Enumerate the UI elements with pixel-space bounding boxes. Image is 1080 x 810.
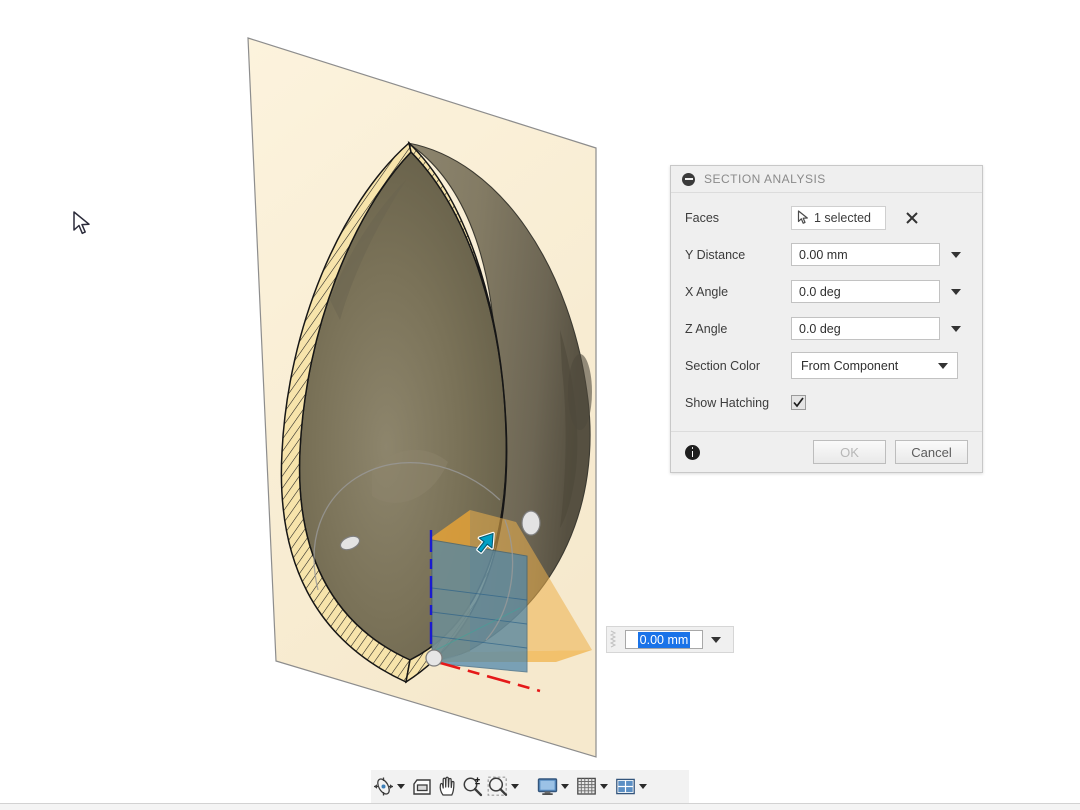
close-x-icon[interactable] (904, 210, 920, 226)
navbar-item-zoom-window[interactable] (485, 770, 524, 803)
faces-selection-button[interactable]: 1 selected (791, 206, 886, 230)
navigation-toolbar[interactable] (371, 770, 689, 803)
z-angle-input[interactable]: 0.0 deg (791, 317, 940, 340)
dialog-title-bar[interactable]: SECTION ANALYSIS (671, 166, 982, 193)
select-cursor-icon (797, 210, 810, 225)
ok-button[interactable]: OK (813, 440, 886, 464)
row-x-angle: X Angle 0.0 deg (671, 273, 982, 310)
look-at-icon[interactable] (410, 774, 435, 799)
y-distance-value: 0.00 mm (799, 248, 848, 262)
z-angle-label: Z Angle (685, 322, 791, 336)
row-show-hatching: Show Hatching (671, 384, 982, 421)
y-distance-input[interactable]: 0.00 mm (791, 243, 940, 266)
inline-distance-editor[interactable]: 0.00 mm (606, 626, 734, 653)
zoom-window-icon[interactable] (485, 774, 510, 799)
dialog-title: SECTION ANALYSIS (704, 172, 826, 186)
viewport-layout-icon[interactable] (613, 774, 638, 799)
show-hatching-label: Show Hatching (685, 396, 791, 410)
drag-grip-icon[interactable] (609, 630, 621, 649)
x-angle-input[interactable]: 0.0 deg (791, 280, 940, 303)
grid-snaps-dropdown-icon[interactable] (600, 784, 608, 789)
navbar-item-grid-snaps[interactable] (574, 770, 613, 803)
z-angle-value: 0.0 deg (799, 322, 841, 336)
row-section-color: Section Color From Component (671, 347, 982, 384)
section-color-value: From Component (801, 359, 938, 373)
checkmark-icon (792, 396, 805, 409)
dialog-footer: OK Cancel (671, 431, 982, 472)
origin-handle[interactable] (426, 650, 442, 666)
zoom-window-dropdown-icon[interactable] (511, 784, 519, 789)
inline-editor-dropdown[interactable] (711, 637, 721, 643)
row-faces: Faces 1 selected (671, 199, 982, 236)
navbar-item-look-at[interactable] (410, 770, 435, 803)
x-angle-value: 0.0 deg (799, 285, 841, 299)
dialog-body: Faces 1 selected Y Distance 0.00 mm (671, 193, 982, 431)
row-y-distance: Y Distance 0.00 mm (671, 236, 982, 273)
pan-hand-icon[interactable] (435, 774, 460, 799)
inline-editor-input[interactable]: 0.00 mm (625, 630, 703, 649)
minus-circle-icon[interactable] (682, 173, 695, 186)
viewport-layout-dropdown-icon[interactable] (639, 784, 647, 789)
y-distance-label: Y Distance (685, 248, 791, 262)
section-analysis-dialog[interactable]: SECTION ANALYSIS Faces 1 selected Y Dist… (670, 165, 983, 473)
section-color-select[interactable]: From Component (791, 352, 958, 379)
x-angle-dropdown-icon[interactable] (951, 289, 961, 295)
navbar-item-display-settings[interactable] (535, 770, 574, 803)
faces-selection-value: 1 selected (814, 211, 871, 225)
faces-label: Faces (685, 211, 791, 225)
row-z-angle: Z Angle 0.0 deg (671, 310, 982, 347)
inline-editor-value: 0.00 mm (638, 632, 691, 648)
y-distance-dropdown-icon[interactable] (951, 252, 961, 258)
x-angle-label: X Angle (685, 285, 791, 299)
navbar-item-viewport-layout[interactable] (613, 770, 652, 803)
section-color-label: Section Color (685, 359, 791, 373)
monitor-icon[interactable] (535, 774, 560, 799)
cancel-button[interactable]: Cancel (895, 440, 968, 464)
display-settings-dropdown-icon[interactable] (561, 784, 569, 789)
z-angle-dropdown-icon[interactable] (951, 326, 961, 332)
navbar-item-orbit[interactable] (371, 770, 410, 803)
show-hatching-checkbox[interactable] (791, 395, 806, 410)
zoom-plus-minus-icon[interactable] (460, 774, 485, 799)
navbar-item-pan[interactable] (435, 770, 460, 803)
navbar-item-zoom[interactable] (460, 770, 485, 803)
section-color-dropdown-icon[interactable] (938, 363, 948, 369)
info-circle-icon[interactable] (685, 445, 700, 460)
orbit-icon[interactable] (371, 774, 396, 799)
rotation-handle-right[interactable] (522, 511, 540, 535)
mouse-pointer-icon (72, 211, 94, 237)
status-bar (0, 803, 1080, 810)
orbit-dropdown-icon[interactable] (397, 784, 405, 789)
grid-icon[interactable] (574, 774, 599, 799)
